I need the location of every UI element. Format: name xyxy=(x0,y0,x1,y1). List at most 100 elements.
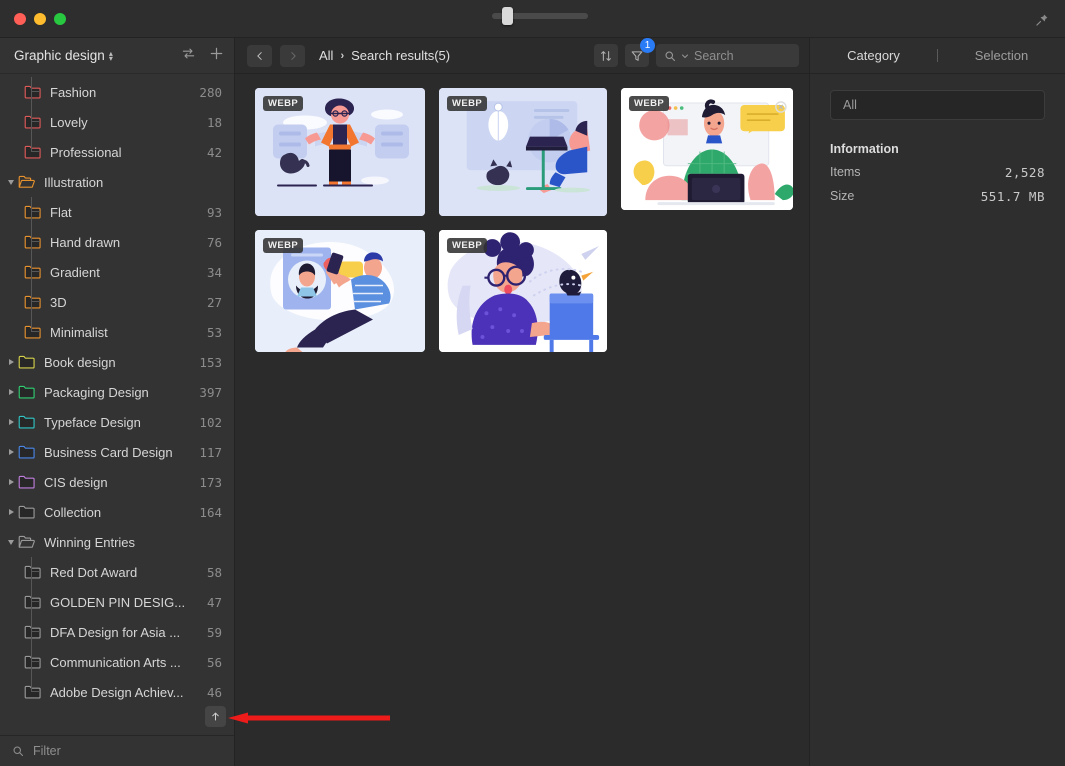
format-badge: WEBP xyxy=(447,238,488,253)
sidebar-item-winning-entries[interactable]: Winning Entries xyxy=(0,527,234,557)
sidebar-item-3d[interactable]: 3D 27 xyxy=(0,287,234,317)
filter-button[interactable]: 1 xyxy=(625,38,655,67)
sidebar-item-label: Minimalist xyxy=(50,324,108,340)
sidebar-item-lovely[interactable]: Lovely 18 xyxy=(0,107,234,137)
folder-icon xyxy=(18,175,35,188)
sidebar-item-label: Professional xyxy=(50,144,122,160)
scroll-to-top-button[interactable] xyxy=(205,706,226,727)
sidebar-item-golden-pin-desig[interactable]: GOLDEN PIN DESIG... 47 xyxy=(0,587,234,617)
folder-icon xyxy=(24,565,41,579)
breadcrumb-root[interactable]: All xyxy=(319,48,333,63)
illustration-man-standing-cat[interactable]: WEBP xyxy=(255,88,425,216)
caret-closed-icon[interactable] xyxy=(4,389,18,395)
folder-icon xyxy=(24,685,41,699)
info-row-size: Size 551.7 MB xyxy=(830,189,1045,204)
folder-icon xyxy=(24,595,41,609)
caret-closed-icon[interactable] xyxy=(4,449,18,455)
sidebar-item-count: 397 xyxy=(199,384,222,400)
sidebar-item-label: 3D xyxy=(50,294,67,310)
sidebar-item-label: Fashion xyxy=(50,84,97,100)
sidebar-item-communication-arts[interactable]: Communication Arts ... 56 xyxy=(0,647,234,677)
sidebar-item-count: 46 xyxy=(206,684,222,700)
caret-closed-icon[interactable] xyxy=(4,419,18,425)
scope-field[interactable]: All xyxy=(830,90,1045,120)
sidebar-item-count: 280 xyxy=(199,84,222,100)
caret-closed-icon[interactable] xyxy=(4,359,18,365)
sidebar-item-red-dot-award[interactable]: Red Dot Award 58 xyxy=(0,557,234,587)
info-key-items: Items xyxy=(830,165,861,179)
thumbnail-size-slider[interactable] xyxy=(492,7,588,25)
back-button[interactable] xyxy=(247,44,272,67)
info-value-items: 2,528 xyxy=(1004,165,1045,180)
format-badge: WEBP xyxy=(263,96,304,111)
caret-open-icon[interactable] xyxy=(4,179,18,185)
sidebar-item-label: Red Dot Award xyxy=(50,564,138,580)
sidebar-item-hand-drawn[interactable]: Hand drawn 76 xyxy=(0,227,234,257)
folder-icon xyxy=(18,445,35,459)
thumbnail-grid[interactable]: WEBP WEBP WEBP WEBP WEBP xyxy=(235,74,809,766)
folder-icon xyxy=(24,235,41,249)
sidebar-item-business-card-design[interactable]: Business Card Design 117 xyxy=(0,437,234,467)
sidebar-item-count: 27 xyxy=(206,294,222,310)
sidebar-item-collection[interactable]: Collection 164 xyxy=(0,497,234,527)
title-bar xyxy=(0,0,1065,38)
breadcrumb-separator: › xyxy=(340,49,345,62)
illustration-woman-glasses-toucan[interactable]: WEBP xyxy=(439,230,607,352)
sidebar-item-fashion[interactable]: Fashion 280 xyxy=(0,77,234,107)
pin-icon[interactable] xyxy=(1033,11,1051,29)
forward-button[interactable] xyxy=(280,44,305,67)
sort-button[interactable] xyxy=(594,44,618,67)
sidebar-item-typeface-design[interactable]: Typeface Design 102 xyxy=(0,407,234,437)
info-key-size: Size xyxy=(830,189,855,203)
sidebar-item-label: CIS design xyxy=(44,474,108,490)
sidebar-item-flat[interactable]: Flat 93 xyxy=(0,197,234,227)
sidebar-item-professional[interactable]: Professional 42 xyxy=(0,137,234,167)
format-badge: WEBP xyxy=(629,96,670,111)
library-selector[interactable]: Graphic design ▴ ▾ xyxy=(14,48,113,63)
sidebar-item-illustration[interactable]: Illustration xyxy=(0,167,234,197)
folder-icon xyxy=(24,145,41,159)
caret-open-icon[interactable] xyxy=(4,539,18,545)
sidebar-item-cis-design[interactable]: CIS design 173 xyxy=(0,467,234,497)
caret-closed-icon[interactable] xyxy=(4,479,18,485)
folder-icon xyxy=(18,475,35,489)
plus-icon[interactable] xyxy=(209,46,224,66)
illustration-woman-laptop-desk[interactable]: WEBP xyxy=(439,88,607,216)
sidebar-item-label: Book design xyxy=(44,354,116,370)
inspector-tabs: Category Selection xyxy=(810,38,1065,74)
sidebar-item-adobe-design-achiev[interactable]: Adobe Design Achiev... 46 xyxy=(0,677,234,707)
sidebar-item-label: Hand drawn xyxy=(50,234,121,250)
illustration-person-phone-reclining[interactable]: WEBP xyxy=(255,230,425,352)
minimize-button[interactable] xyxy=(34,12,46,25)
sidebar-item-dfa-design-for-asia[interactable]: DFA Design for Asia ... 59 xyxy=(0,617,234,647)
sidebar-item-book-design[interactable]: Book design 153 xyxy=(0,347,234,377)
sidebar-item-minimalist[interactable]: Minimalist 53 xyxy=(0,317,234,347)
slider-handle[interactable] xyxy=(502,7,513,25)
folder-tree[interactable]: Fashion 280 Lovely 18 Professional 42 Illustra… xyxy=(0,74,234,735)
search-placeholder: Search xyxy=(694,48,734,63)
maximize-button[interactable] xyxy=(54,12,66,25)
close-button[interactable] xyxy=(14,12,26,25)
caret xyxy=(8,389,14,395)
sidebar-item-packaging-design[interactable]: Packaging Design 397 xyxy=(0,377,234,407)
sidebar-item-label: Illustration xyxy=(44,174,104,190)
sidebar-filter-bar[interactable]: Filter xyxy=(0,735,234,766)
sidebar-item-label: Lovely xyxy=(50,114,88,130)
sidebar-item-gradient[interactable]: Gradient 34 xyxy=(0,257,234,287)
tab-category[interactable]: Category xyxy=(810,48,937,63)
format-badge: WEBP xyxy=(263,238,304,253)
search-input[interactable]: Search xyxy=(656,44,799,67)
tree-connector-line xyxy=(31,77,32,152)
sidebar-item-count: 93 xyxy=(206,204,222,220)
folder-icon xyxy=(18,415,35,429)
illustration-person-green-shirt-laptop[interactable]: WEBP xyxy=(621,88,793,210)
tab-selection[interactable]: Selection xyxy=(938,48,1065,63)
inspector-body: All Information Items 2,528 Size 551.7 M… xyxy=(810,74,1065,204)
caret-closed-icon[interactable] xyxy=(4,509,18,515)
folder-icon xyxy=(24,115,41,129)
sort-transfer-icon[interactable] xyxy=(181,46,196,66)
caret xyxy=(8,539,14,545)
filter-badge: 1 xyxy=(640,38,655,53)
caret xyxy=(8,419,14,425)
sidebar-item-label: Adobe Design Achiev... xyxy=(50,684,184,700)
